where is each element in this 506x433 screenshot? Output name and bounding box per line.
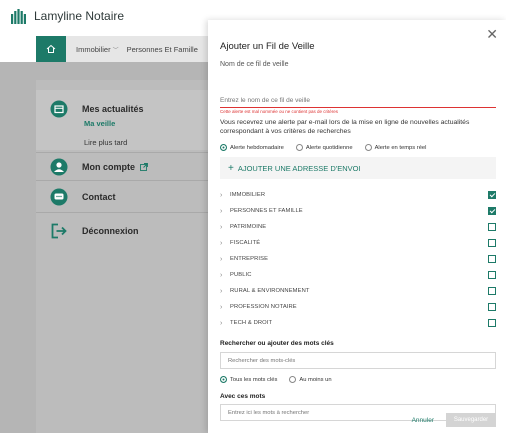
add-address-button[interactable]: + AJOUTER UNE ADRESSE D'ENVOI <box>220 157 496 179</box>
chevron-right-icon: › <box>220 255 223 263</box>
category-row[interactable]: › RURAL & ENVIRONNEMENT <box>220 287 496 295</box>
nav-item-immobilier[interactable]: Immobilier ﹀ <box>76 45 119 54</box>
menu-mes-actualites[interactable]: Mes actualités <box>50 100 144 118</box>
menu-contact[interactable]: Contact <box>50 188 116 206</box>
category-row[interactable]: › FISCALITÉ <box>220 239 496 247</box>
name-label: Nom de ce fil de veille <box>220 61 289 68</box>
chevron-right-icon: › <box>220 239 223 247</box>
plus-icon: + <box>228 162 234 174</box>
chevron-right-icon: › <box>220 207 223 215</box>
submenu-lire-plus-tard[interactable]: Lire plus tard <box>84 138 127 147</box>
watch-name-input[interactable] <box>220 94 496 108</box>
radio-dot <box>220 144 227 151</box>
keywords-search-input[interactable] <box>220 352 496 369</box>
chevron-down-icon: ﹀ <box>112 47 119 54</box>
category-row[interactable]: › PUBLIC <box>220 271 496 279</box>
checkbox[interactable] <box>488 319 496 327</box>
save-button[interactable]: Sauvegarder <box>446 413 496 427</box>
checkbox[interactable] <box>488 271 496 279</box>
error-message: Cette alerte est mal nommée ou ne contie… <box>220 109 339 114</box>
modal-title: Ajouter un Fil de Veille <box>220 41 315 52</box>
newspaper-icon <box>50 100 68 118</box>
lamyline-logo-icon[interactable] <box>10 7 28 25</box>
with-words-label: Avec ces mots <box>220 393 266 400</box>
modal-footer: Annuler Sauvegarder <box>208 407 506 433</box>
checkbox[interactable] <box>488 191 496 199</box>
chat-icon <box>50 188 68 206</box>
checkbox[interactable] <box>488 223 496 231</box>
radio-dot <box>289 376 297 383</box>
category-row[interactable]: › IMMOBILIER <box>220 191 496 199</box>
chevron-right-icon: › <box>220 271 223 279</box>
checkbox[interactable] <box>488 207 496 215</box>
category-row[interactable]: › ENTREPRISE <box>220 255 496 263</box>
brand-name: Lamyline Notaire <box>34 9 125 23</box>
checkbox[interactable] <box>488 255 496 263</box>
divider <box>36 212 208 213</box>
logout-icon <box>50 222 68 240</box>
radio-au-moins-un[interactable]: Au moins un <box>289 376 332 383</box>
radio-hebdomadaire[interactable]: Alerte hebdomadaire <box>220 144 284 151</box>
radio-dot <box>220 376 227 383</box>
menu-deconnexion[interactable]: Déconnexion <box>50 222 139 240</box>
divider <box>36 180 208 181</box>
chevron-right-icon: › <box>220 223 223 231</box>
external-link-icon <box>140 158 148 176</box>
radio-quotidienne[interactable]: Alerte quotidienne <box>295 144 353 151</box>
chevron-right-icon: › <box>220 191 223 199</box>
match-radio-group: Tous les mots clés Au moins un <box>220 376 344 383</box>
main-nav: Immobilier ﹀ Personnes Et Famille <box>36 36 208 62</box>
chevron-right-icon: › <box>220 303 223 311</box>
radio-dot <box>295 144 303 151</box>
category-row[interactable]: › PATRIMOINE <box>220 223 496 231</box>
info-text: Vous recevrez une alerte par e-mail lors… <box>220 119 470 135</box>
submenu-ma-veille[interactable]: Ma veille <box>84 119 115 128</box>
radio-temps-reel[interactable]: Alerte en temps réel <box>364 144 426 151</box>
home-icon <box>46 44 56 53</box>
checkbox[interactable] <box>488 239 496 247</box>
category-row[interactable]: › TECH & DROIT <box>220 319 496 327</box>
radio-dot <box>364 144 372 151</box>
category-row[interactable]: › PERSONNES ET FAMILLE <box>220 207 496 215</box>
checkbox[interactable] <box>488 303 496 311</box>
chevron-right-icon: › <box>220 287 223 295</box>
user-icon <box>50 158 68 176</box>
divider <box>36 152 208 153</box>
checkbox[interactable] <box>488 287 496 295</box>
home-button[interactable] <box>36 36 66 62</box>
close-icon[interactable]: ✕ <box>486 26 498 43</box>
frequency-radio-group: Alerte hebdomadaire Alerte quotidienne A… <box>220 144 438 151</box>
menu-mon-compte[interactable]: Mon compte <box>50 158 148 176</box>
cancel-button[interactable]: Annuler <box>412 417 434 424</box>
nav-item-personnes-famille[interactable]: Personnes Et Famille <box>127 45 198 54</box>
category-row[interactable]: › PROFESSION NOTAIRE <box>220 303 496 311</box>
add-watch-modal: ✕ Ajouter un Fil de Veille Nom de ce fil… <box>208 20 506 433</box>
radio-tous-les-mots[interactable]: Tous les mots clés <box>220 376 277 383</box>
chevron-right-icon: › <box>220 319 223 327</box>
keywords-label: Rechercher ou ajouter des mots clés <box>220 340 334 347</box>
